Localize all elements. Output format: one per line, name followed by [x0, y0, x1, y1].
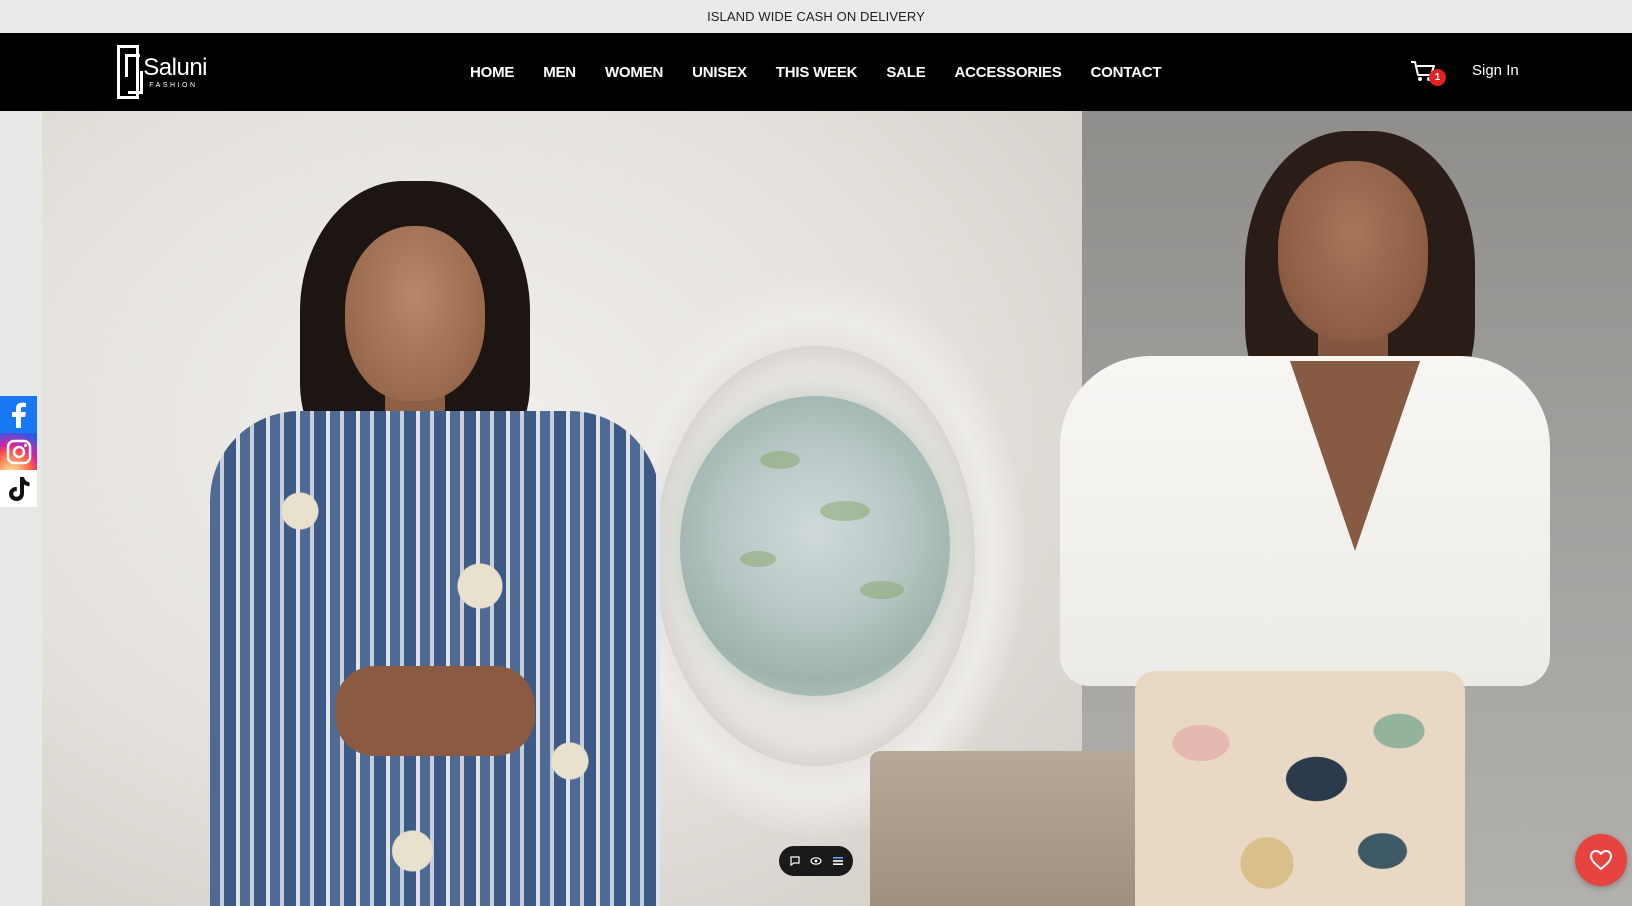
model-right-face — [1278, 161, 1428, 341]
chat-icon[interactable] — [789, 855, 801, 867]
round-window — [680, 396, 950, 696]
social-sidebar — [0, 396, 37, 507]
nav-item-women[interactable]: WOMEN — [605, 64, 663, 81]
nav-item-sale[interactable]: SALE — [886, 64, 925, 81]
facebook-icon — [11, 402, 26, 428]
nav-item-this-week[interactable]: THIS WEEK — [776, 64, 858, 81]
heart-icon — [1590, 850, 1612, 870]
list-icon[interactable] — [832, 855, 844, 867]
announcement-bar: ISLAND WIDE CASH ON DELIVERY — [0, 0, 1632, 33]
hero-overlay-controls[interactable] — [779, 846, 853, 876]
nav-item-accessories[interactable]: ACCESSORIES — [955, 64, 1062, 81]
facebook-link[interactable] — [0, 396, 37, 433]
site-header: Saluni FASHION HOME MEN WOMEN UNISEX THI… — [0, 33, 1632, 111]
brand-logo[interactable]: Saluni FASHION — [117, 45, 207, 99]
instagram-link[interactable] — [0, 433, 37, 470]
instagram-icon — [6, 439, 31, 464]
tiktok-icon — [8, 476, 29, 501]
logo-mark-icon — [117, 45, 144, 99]
model-right-top — [1060, 356, 1550, 686]
cart-count-badge: 1 — [1429, 69, 1446, 86]
nav-item-men[interactable]: MEN — [543, 64, 576, 81]
sign-in-link[interactable]: Sign In — [1472, 62, 1519, 79]
wishlist-button[interactable] — [1575, 834, 1627, 886]
model-left-dress — [210, 411, 660, 906]
hero-banner[interactable] — [0, 111, 1632, 906]
brand-tagline: FASHION — [149, 81, 198, 89]
announcement-text: ISLAND WIDE CASH ON DELIVERY — [707, 9, 925, 24]
main-nav: HOME MEN WOMEN UNISEX THIS WEEK SALE ACC… — [470, 33, 1190, 111]
eye-icon[interactable] — [810, 855, 822, 867]
nav-item-home[interactable]: HOME — [470, 64, 514, 81]
model-right-pants — [1135, 671, 1465, 906]
tiktok-link[interactable] — [0, 470, 37, 507]
model-left-face — [345, 226, 485, 401]
nav-item-unisex[interactable]: UNISEX — [692, 64, 747, 81]
nav-item-contact[interactable]: CONTACT — [1091, 64, 1162, 81]
cart-button[interactable]: 1 — [1410, 59, 1450, 89]
brand-name: Saluni — [143, 53, 207, 81]
